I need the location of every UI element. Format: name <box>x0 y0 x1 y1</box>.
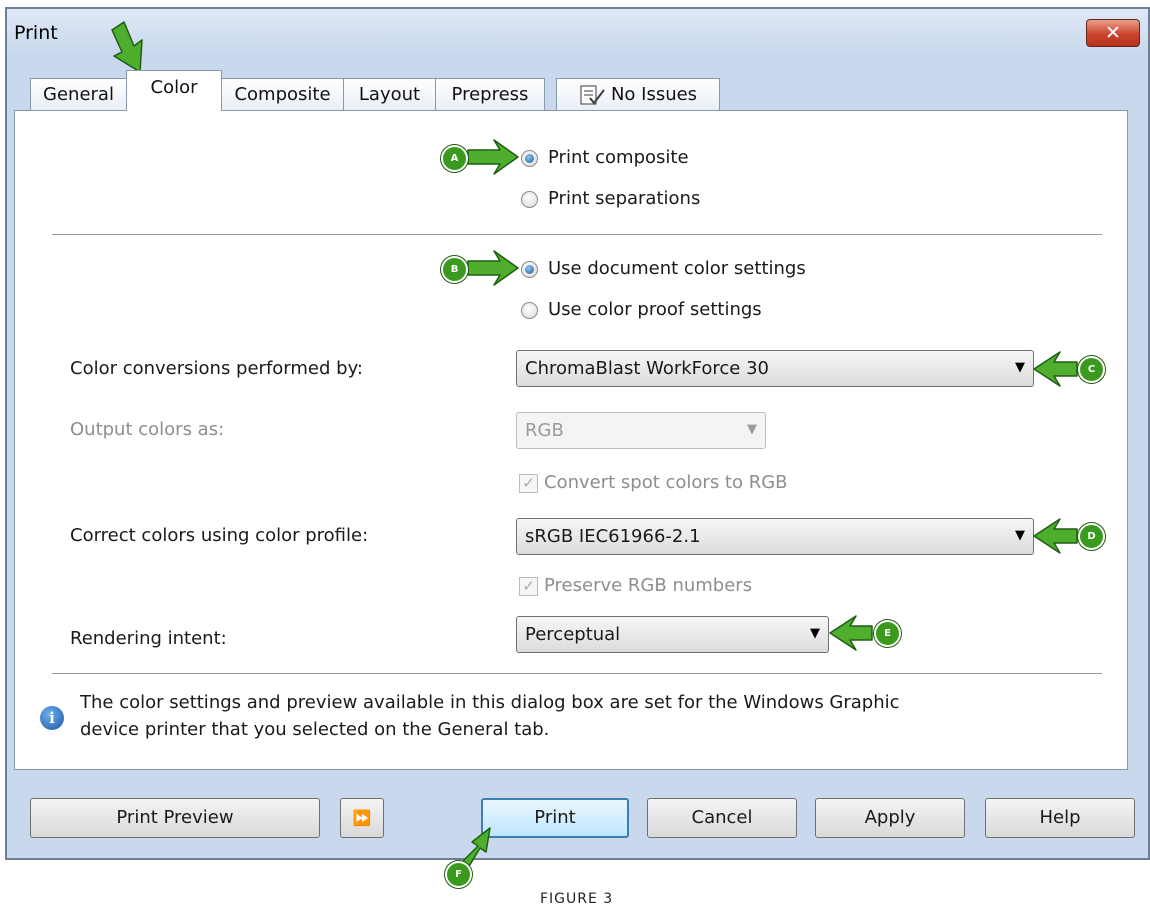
arrow-b <box>467 250 519 286</box>
callout-a: A <box>441 145 468 172</box>
arrow-c <box>1033 351 1078 387</box>
callout-d: D <box>1078 523 1105 550</box>
tab-color[interactable]: Color <box>126 70 222 111</box>
arrow-d <box>1033 518 1078 554</box>
callout-e: E <box>874 620 901 647</box>
arrow-f <box>461 827 491 869</box>
callout-f: F <box>445 861 472 888</box>
callout-c: C <box>1078 356 1105 383</box>
arrow-e <box>829 615 873 651</box>
arrow-a <box>467 139 519 175</box>
annotation-arrows <box>111 21 1078 869</box>
arrow-color-tab <box>111 21 143 73</box>
callout-b: B <box>441 256 468 283</box>
